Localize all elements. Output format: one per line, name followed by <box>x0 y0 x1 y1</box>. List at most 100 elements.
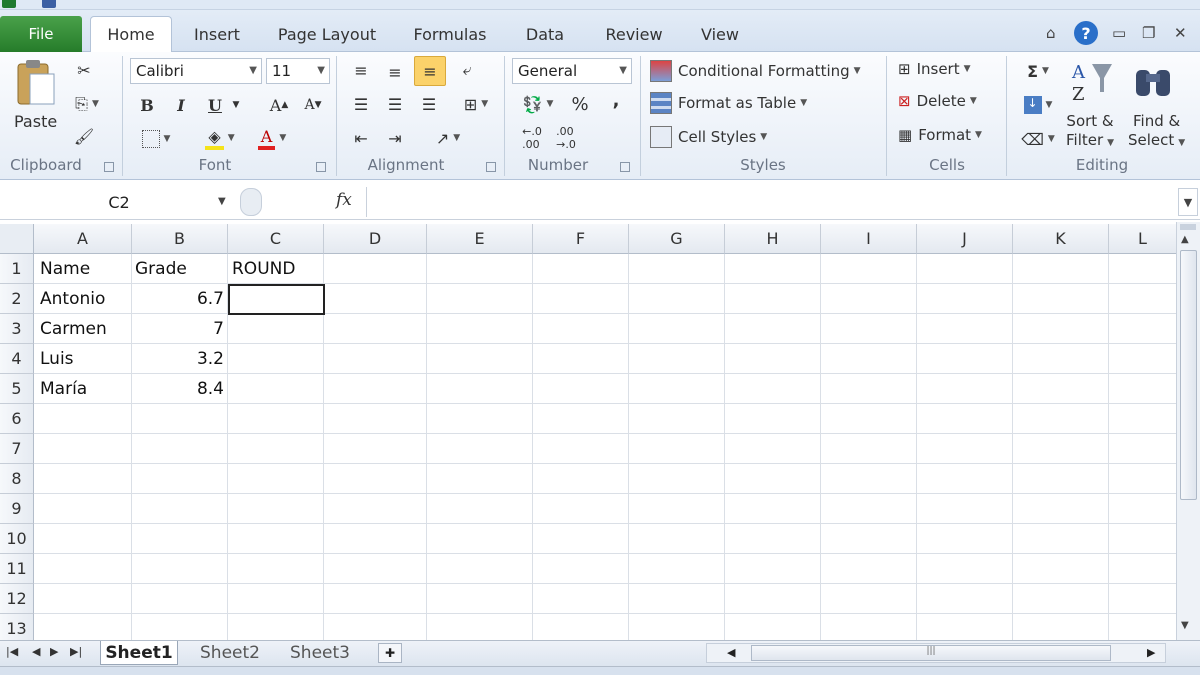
sheet-tab-2[interactable]: Sheet2 <box>190 641 270 665</box>
cell-A5[interactable]: María <box>34 374 132 404</box>
row-header-11[interactable]: 11 <box>0 554 34 584</box>
excel-app-icon[interactable] <box>2 0 16 8</box>
split-box-handle[interactable] <box>1180 224 1196 230</box>
column-header-F[interactable]: F <box>533 224 629 254</box>
vertical-scrollbar[interactable]: ▲ ▼ <box>1176 222 1200 640</box>
next-sheet-icon[interactable]: ▶ <box>50 645 58 658</box>
horizontal-scrollbar[interactable]: ◀ ||| ▶ <box>706 643 1166 663</box>
align-center-icon[interactable]: ☰ <box>382 92 408 116</box>
restore-window-icon[interactable]: ❐ <box>1142 24 1155 42</box>
cell-B1[interactable]: Grade <box>129 254 225 284</box>
column-header-D[interactable]: D <box>324 224 427 254</box>
insert-cells-button[interactable]: ⊞ Insert ▼ <box>898 60 971 78</box>
row-header-10[interactable]: 10 <box>0 524 34 554</box>
tab-insert[interactable]: Insert <box>182 16 252 52</box>
format-cells-button[interactable]: ▦ Format ▼ <box>898 126 982 144</box>
formula-input[interactable] <box>366 187 1176 217</box>
select-all-corner[interactable] <box>0 224 34 254</box>
row-header-12[interactable]: 12 <box>0 584 34 614</box>
tab-file[interactable]: File <box>0 16 82 52</box>
horizontal-scroll-thumb[interactable]: ||| <box>751 645 1111 661</box>
paste-icon[interactable] <box>14 58 58 108</box>
first-sheet-icon[interactable]: |◀ <box>6 645 18 658</box>
column-header-H[interactable]: H <box>725 224 821 254</box>
row-header-13[interactable]: 13 <box>0 614 34 640</box>
font-name-select[interactable]: Calibri ▼ <box>130 58 262 84</box>
tab-page-layout[interactable]: Page Layout <box>266 16 388 52</box>
paste-button[interactable]: Paste <box>14 112 57 131</box>
fill-icon[interactable]: ↓ ▼ <box>1016 92 1060 118</box>
number-launcher-icon[interactable] <box>620 162 630 172</box>
cell-A4[interactable]: Luis <box>34 344 132 374</box>
cut-icon[interactable]: ✂ <box>72 58 96 82</box>
insert-sheet-icon[interactable]: ✚ <box>378 643 402 663</box>
cell-A1[interactable]: Name <box>34 254 132 284</box>
formula-bar-handle[interactable] <box>240 188 262 216</box>
cell-A3[interactable]: Carmen <box>34 314 132 344</box>
copy-icon[interactable]: ⎘ ▼ <box>72 92 102 116</box>
scroll-up-icon[interactable]: ▲ <box>1181 234 1189 245</box>
clear-icon[interactable]: ⌫ ▼ <box>1016 126 1060 152</box>
row-header-7[interactable]: 7 <box>0 434 34 464</box>
conditional-formatting-button[interactable]: Conditional Formatting ▼ <box>650 60 861 82</box>
fill-color-icon[interactable]: ◈ ▼ <box>198 124 242 152</box>
row-header-9[interactable]: 9 <box>0 494 34 524</box>
italic-button[interactable]: I <box>170 92 192 118</box>
cell-B2[interactable]: 6.7 <box>132 284 228 314</box>
cell-A2[interactable]: Antonio <box>34 284 132 314</box>
name-box[interactable]: C2 <box>0 188 238 216</box>
decrease-indent-icon[interactable]: ⇤ <box>348 126 374 150</box>
sort-filter-icon[interactable]: A Z <box>1070 58 1114 106</box>
increase-indent-icon[interactable]: ⇥ <box>382 126 408 150</box>
row-header-5[interactable]: 5 <box>0 374 34 404</box>
prev-sheet-icon[interactable]: ◀ <box>32 645 40 658</box>
column-header-I[interactable]: I <box>821 224 917 254</box>
font-launcher-icon[interactable] <box>316 162 326 172</box>
column-header-J[interactable]: J <box>917 224 1013 254</box>
increase-decimal-icon[interactable]: ←.0.00 <box>518 125 546 151</box>
minimize-ribbon-icon[interactable]: ⌂ <box>1046 24 1056 42</box>
column-header-K[interactable]: K <box>1013 224 1109 254</box>
minimize-window-icon[interactable]: ▭ <box>1112 24 1126 42</box>
align-middle-icon[interactable]: ≡ <box>382 60 408 84</box>
cell-styles-button[interactable]: Cell Styles ▼ <box>650 126 767 148</box>
row-header-6[interactable]: 6 <box>0 404 34 434</box>
underline-button[interactable]: U <box>204 92 226 118</box>
increase-font-icon[interactable]: A ▲ <box>266 92 292 118</box>
tab-review[interactable]: Review <box>594 16 674 52</box>
wrap-text-icon[interactable]: ⤶ <box>454 58 480 82</box>
align-bottom-icon[interactable]: ≡ <box>414 56 446 86</box>
scroll-left-icon[interactable]: ◀ <box>727 646 735 659</box>
cell-C1[interactable]: ROUND <box>226 254 322 284</box>
bold-button[interactable]: B <box>136 92 158 118</box>
font-color-icon[interactable]: A ▼ <box>250 124 294 152</box>
comma-style-button[interactable]: , <box>604 88 628 112</box>
selected-cell-C2[interactable] <box>228 284 325 315</box>
sort-filter-button[interactable]: Sort & Filter ▼ <box>1066 112 1114 153</box>
name-box-dropdown-icon[interactable]: ▼ <box>218 196 226 207</box>
merge-center-icon[interactable]: ⊞ ▼ <box>454 92 498 116</box>
close-window-icon[interactable]: ✕ <box>1174 24 1187 42</box>
underline-dropdown-icon[interactable]: ▼ <box>230 92 242 118</box>
font-size-select[interactable]: 11 ▼ <box>266 58 330 84</box>
find-select-icon[interactable] <box>1132 60 1176 104</box>
cell-B3[interactable]: 7 <box>132 314 228 344</box>
cell-B4[interactable]: 3.2 <box>132 344 228 374</box>
last-sheet-icon[interactable]: ▶| <box>70 645 82 658</box>
column-header-C[interactable]: C <box>228 224 324 254</box>
vertical-scroll-thumb[interactable] <box>1180 250 1197 500</box>
sheet-tab-1[interactable]: Sheet1 <box>100 641 178 665</box>
column-header-A[interactable]: A <box>34 224 132 254</box>
borders-icon[interactable]: ▼ <box>136 126 176 152</box>
decrease-decimal-icon[interactable]: .00 →.0 <box>552 125 580 151</box>
orientation-icon[interactable]: ↗ ▼ <box>428 126 468 150</box>
format-painter-icon[interactable]: 🖌 <box>72 124 96 148</box>
percent-style-button[interactable]: % <box>568 92 592 116</box>
clipboard-launcher-icon[interactable] <box>104 162 114 172</box>
save-icon[interactable] <box>42 0 56 8</box>
row-header-1[interactable]: 1 <box>0 254 34 284</box>
delete-cells-button[interactable]: ⊠ Delete ▼ <box>898 92 977 110</box>
spreadsheet-grid[interactable]: ABCDEFGHIJKL 1 2 3 4 5 6 7 8 9 10 11 12 13 Name Grad… <box>0 224 1176 640</box>
align-left-icon[interactable]: ☰ <box>348 92 374 116</box>
find-select-button[interactable]: Find & Select ▼ <box>1128 112 1185 153</box>
